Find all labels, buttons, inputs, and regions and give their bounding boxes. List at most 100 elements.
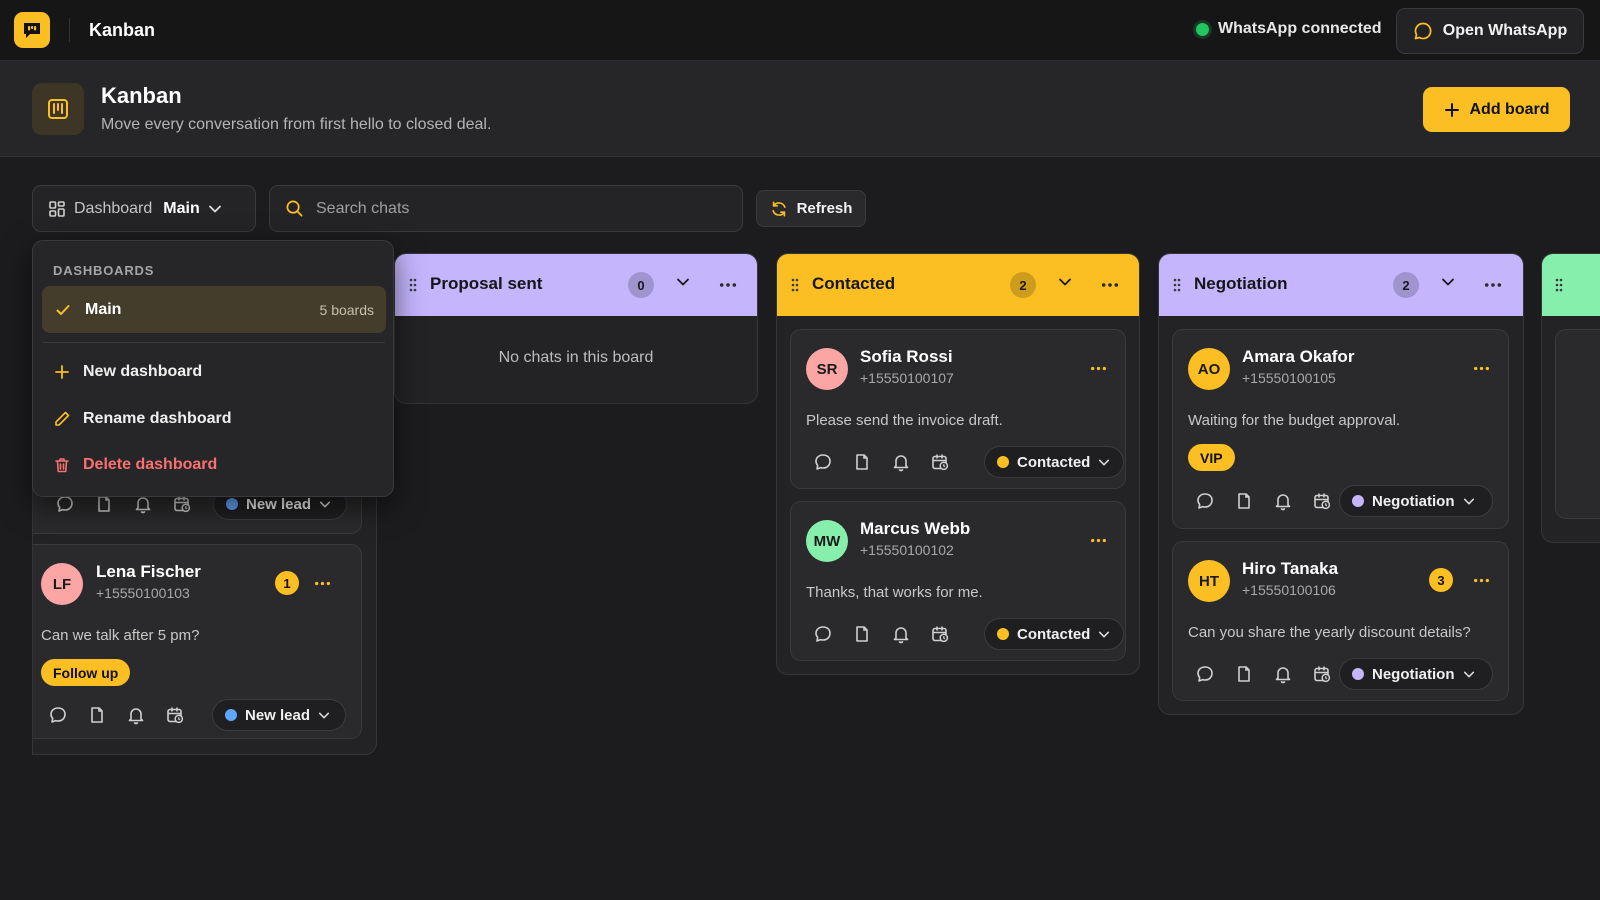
chat-icon[interactable] xyxy=(1195,491,1215,511)
add-board-label: Add board xyxy=(1469,100,1550,118)
whatsapp-status: WhatsApp connected xyxy=(1196,20,1382,38)
chat-icon[interactable] xyxy=(813,624,833,644)
more-icon[interactable] xyxy=(1473,366,1490,371)
drag-handle-icon[interactable] xyxy=(409,278,417,292)
status-select-label: Contacted xyxy=(1017,453,1091,471)
chat-icon[interactable] xyxy=(1195,664,1215,684)
avatar: AO xyxy=(1188,348,1230,390)
board-header: Contacted 2 xyxy=(777,254,1139,316)
avatar: MW xyxy=(806,520,848,562)
bell-icon[interactable] xyxy=(126,705,146,725)
more-icon[interactable] xyxy=(1484,282,1502,288)
refresh-label: Refresh xyxy=(796,200,853,217)
page-header: Kanban Move every conversation from firs… xyxy=(0,61,1600,157)
chat-card[interactable]: SR Sofia Rossi +15550100107 Please send … xyxy=(790,329,1126,489)
open-whatsapp-label: Open WhatsApp xyxy=(1442,22,1568,39)
status-select[interactable]: Negotiation xyxy=(1339,658,1493,690)
note-icon[interactable] xyxy=(852,624,872,644)
bell-icon[interactable] xyxy=(891,452,911,472)
unread-badge: 3 xyxy=(1429,568,1453,592)
search-field[interactable] xyxy=(269,185,743,232)
note-icon[interactable] xyxy=(1234,664,1254,684)
chevron-down-icon[interactable] xyxy=(676,277,690,287)
calendar-clock-icon[interactable] xyxy=(1312,664,1332,684)
menu-item-new-dashboard[interactable]: New dashboard xyxy=(53,363,202,381)
chat-icon[interactable] xyxy=(813,452,833,472)
note-icon[interactable] xyxy=(94,494,114,514)
more-icon[interactable] xyxy=(1101,282,1119,288)
tag-badge[interactable]: Follow up xyxy=(41,659,131,686)
chat-card[interactable]: MW Marcus Webb +15550100102 Thanks, that… xyxy=(790,501,1126,661)
calendar-clock-icon[interactable] xyxy=(1312,491,1332,511)
board-count-label: 5 boards xyxy=(319,301,374,318)
status-select[interactable]: Contacted xyxy=(984,618,1124,650)
more-icon[interactable] xyxy=(719,282,737,288)
bell-icon[interactable] xyxy=(1273,491,1293,511)
calendar-clock-icon[interactable] xyxy=(930,452,950,472)
contact-phone: +15550100103 xyxy=(96,585,190,601)
last-message: Please send the invoice draft. xyxy=(806,412,1003,429)
status-dot-icon xyxy=(1352,668,1364,680)
last-message: Waiting for the budget approval. xyxy=(1188,412,1401,429)
card-actions xyxy=(1195,491,1332,511)
chevron-down-icon[interactable] xyxy=(1058,277,1072,287)
bell-icon[interactable] xyxy=(1273,664,1293,684)
more-icon[interactable] xyxy=(314,581,331,586)
menu-item-delete-dashboard[interactable]: Delete dashboard xyxy=(53,456,217,474)
calendar-clock-icon[interactable] xyxy=(165,705,185,725)
status-select[interactable]: Negotiation xyxy=(1339,485,1493,517)
chat-bubble-icon xyxy=(1414,22,1432,40)
contact-name: Lena Fischer xyxy=(96,562,201,581)
contact-phone: +15550100106 xyxy=(1242,582,1336,598)
more-icon[interactable] xyxy=(1090,366,1107,371)
dashboard-select-value: Main xyxy=(163,199,200,217)
contact-name: Sofia Rossi xyxy=(860,347,953,366)
board-header: Proposal sent 0 xyxy=(395,254,757,316)
board-count: 2 xyxy=(1010,272,1036,298)
chat-card[interactable]: LF Lena Fischer +15550100103 1 Can we ta… xyxy=(33,544,362,739)
kanban-board-icon xyxy=(32,83,84,135)
chevron-down-icon xyxy=(1463,497,1475,506)
drag-handle-icon[interactable] xyxy=(1173,278,1181,292)
dashboard-select[interactable]: Dashboard Main xyxy=(32,185,256,232)
status-dot-icon xyxy=(1352,495,1364,507)
calendar-clock-icon[interactable] xyxy=(172,494,192,514)
note-icon[interactable] xyxy=(1234,491,1254,511)
board-negotiation: Negotiation 2 AO Amara Okafor +155501001… xyxy=(1158,253,1524,715)
note-icon[interactable] xyxy=(87,705,107,725)
status-dot-icon xyxy=(997,456,1009,468)
chevron-down-icon[interactable] xyxy=(1441,277,1455,287)
chat-card[interactable]: AO Amara Okafor +15550100105 Waiting for… xyxy=(1172,329,1509,529)
menu-item-rename-dashboard[interactable]: Rename dashboard xyxy=(53,410,231,428)
chat-card[interactable]: HT Hiro Tanaka +15550100106 3 Can you sh… xyxy=(1172,541,1509,701)
bell-icon[interactable] xyxy=(133,494,153,514)
chat-icon[interactable] xyxy=(55,494,75,514)
app-logo xyxy=(14,12,50,48)
calendar-clock-icon[interactable] xyxy=(930,624,950,644)
contact-phone: +15550100107 xyxy=(860,370,954,386)
search-input[interactable] xyxy=(316,199,716,218)
chat-card[interactable] xyxy=(1555,329,1600,519)
drag-handle-icon[interactable] xyxy=(791,278,799,292)
menu-heading: DASHBOARDS xyxy=(53,263,155,278)
menu-item-main[interactable]: Main 5 boards xyxy=(42,286,386,333)
status-dot-icon xyxy=(226,498,238,510)
bell-icon[interactable] xyxy=(891,624,911,644)
page-title: Kanban xyxy=(101,83,182,108)
status-select[interactable]: Contacted xyxy=(984,446,1124,478)
drag-handle-icon[interactable] xyxy=(1555,278,1563,292)
tag-badge[interactable]: VIP xyxy=(1188,444,1235,471)
menu-item-label: Main xyxy=(85,300,122,318)
open-whatsapp-button[interactable]: Open WhatsApp xyxy=(1396,8,1584,54)
board-contacted: Contacted 2 SR Sofia Rossi +15550100107 … xyxy=(776,253,1140,675)
add-board-button[interactable]: Add board xyxy=(1423,87,1570,132)
menu-divider xyxy=(43,342,385,343)
more-icon[interactable] xyxy=(1473,578,1490,583)
more-icon[interactable] xyxy=(1090,538,1107,543)
note-icon[interactable] xyxy=(852,452,872,472)
status-select[interactable]: New lead xyxy=(212,699,346,731)
top-bar: Kanban WhatsApp connected Open WhatsApp xyxy=(0,0,1600,61)
avatar: SR xyxy=(806,348,848,390)
refresh-button[interactable]: Refresh xyxy=(756,190,866,227)
chat-icon[interactable] xyxy=(48,705,68,725)
